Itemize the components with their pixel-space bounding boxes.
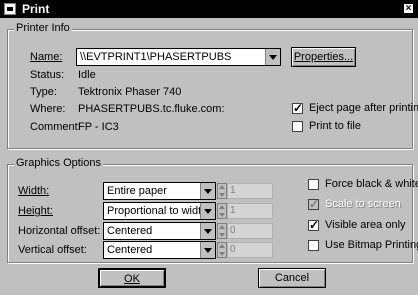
force-black-white-label[interactable]: Force black & white <box>325 178 418 190</box>
properties-button-label: Properties... <box>293 51 354 63</box>
width-select-value: Entire paper <box>107 185 167 197</box>
horizontal-offset-spinner[interactable]: 0 <box>217 223 273 239</box>
width-label: Width: <box>18 185 50 197</box>
width-select[interactable]: Entire paper <box>103 182 216 200</box>
ok-button[interactable]: OK <box>98 268 166 288</box>
vertical-offset-select[interactable]: Centered <box>103 241 216 259</box>
vertical-offset-value: Centered <box>107 244 153 256</box>
printer-info-title: Printer Info <box>14 22 72 34</box>
chevron-down-icon[interactable] <box>200 183 215 199</box>
use-bitmap-printing-checkbox[interactable] <box>308 240 319 251</box>
status-label: Status: <box>30 69 65 81</box>
horizontal-offset-spinner-value[interactable]: 0 <box>227 223 273 239</box>
height-spinner[interactable]: 1 <box>217 203 273 219</box>
graphics-options-title: Graphics Options <box>14 157 103 169</box>
print-dialog: Print × Printer Info Name: \\EVTPRINT1\P… <box>0 0 418 295</box>
window-title: Print <box>22 2 50 16</box>
visible-area-only-checkbox[interactable] <box>308 218 319 232</box>
close-button[interactable]: × <box>403 3 414 14</box>
width-spinner-value[interactable]: 1 <box>227 183 273 199</box>
spinner-arrows-icon[interactable] <box>217 242 227 258</box>
where-value: PHASERTPUBS.tc.fluke.com: <box>78 103 225 115</box>
printer-icon <box>4 3 16 15</box>
comment-label: Comment: <box>30 121 81 133</box>
cancel-button[interactable]: Cancel <box>258 268 326 288</box>
title-bar[interactable]: Print × <box>0 0 418 18</box>
vertical-offset-label: Vertical offset: <box>18 244 87 256</box>
height-select[interactable]: Proportional to width <box>103 202 216 220</box>
spinner-arrows-icon[interactable] <box>217 183 227 199</box>
printer-name-select[interactable]: \\EVTPRINT1\PHASERTPUBS <box>76 48 281 66</box>
print-to-file-checkbox[interactable] <box>292 121 303 132</box>
status-value: Idle <box>78 69 96 81</box>
printer-name-value: \\EVTPRINT1\PHASERTPUBS <box>80 51 232 63</box>
type-label: Type: <box>30 86 57 98</box>
properties-button[interactable]: Properties... <box>291 47 356 67</box>
horizontal-offset-label: Horizontal offset: <box>18 225 101 237</box>
chevron-down-icon[interactable] <box>265 49 280 65</box>
scale-to-screen-label: Scale to screen <box>325 198 401 210</box>
chevron-down-icon[interactable] <box>200 242 215 258</box>
comment-value: FP - IC3 <box>78 121 119 133</box>
cancel-button-label: Cancel <box>274 272 310 284</box>
ok-button-label: OK <box>124 273 140 285</box>
vertical-offset-spinner-value[interactable]: 0 <box>227 242 273 258</box>
height-label: Height: <box>18 205 53 217</box>
visible-area-only-label[interactable]: Visible area only <box>325 219 406 231</box>
print-to-file-label[interactable]: Print to file <box>309 120 361 132</box>
width-spinner[interactable]: 1 <box>217 183 273 199</box>
height-select-value: Proportional to width <box>107 205 208 217</box>
scale-to-screen-checkbox <box>308 197 319 211</box>
type-value: Tektronix Phaser 740 <box>78 86 182 98</box>
use-bitmap-printing-label[interactable]: Use Bitmap Printing <box>325 239 418 251</box>
force-black-white-checkbox[interactable] <box>308 179 319 190</box>
chevron-down-icon[interactable] <box>200 203 215 219</box>
vertical-offset-spinner[interactable]: 0 <box>217 242 273 258</box>
eject-page-checkbox[interactable] <box>292 101 303 115</box>
eject-page-label[interactable]: Eject page after printing <box>309 102 418 114</box>
spinner-arrows-icon[interactable] <box>217 223 227 239</box>
where-label: Where: <box>30 103 66 115</box>
name-label: Name: <box>30 51 63 63</box>
chevron-down-icon[interactable] <box>200 223 215 239</box>
horizontal-offset-value: Centered <box>107 225 153 237</box>
horizontal-offset-select[interactable]: Centered <box>103 222 216 240</box>
spinner-arrows-icon[interactable] <box>217 203 227 219</box>
height-spinner-value[interactable]: 1 <box>227 203 273 219</box>
